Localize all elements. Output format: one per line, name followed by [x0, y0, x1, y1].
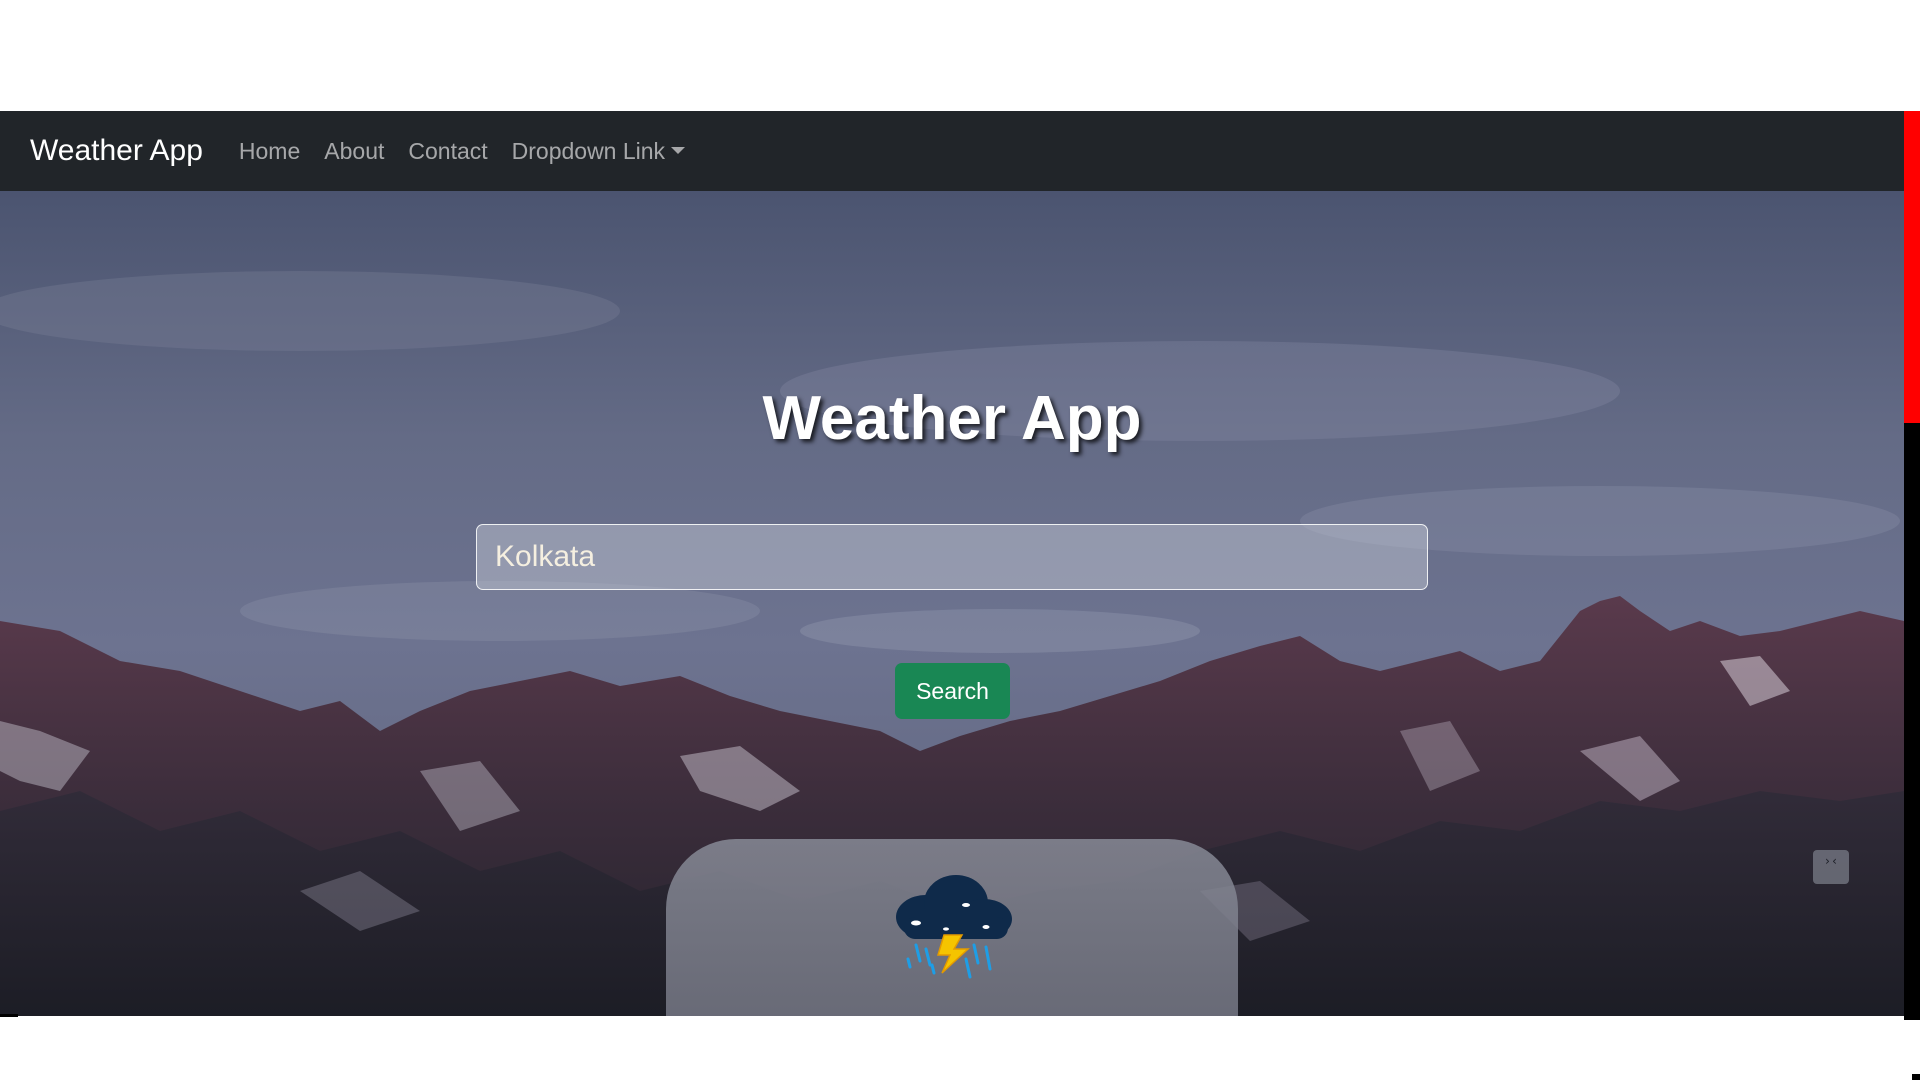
thunderstorm-icon — [896, 875, 1012, 979]
page-title: Weather App — [762, 383, 1142, 453]
app-viewport: Weather App Home About Contact Dropdown … — [0, 111, 1904, 1016]
scrollbar-thumb[interactable] — [1904, 111, 1920, 423]
hero-section: Weather App Search — [0, 191, 1904, 1016]
edge-divider — [0, 1014, 18, 1017]
search-button[interactable]: Search — [895, 663, 1010, 719]
navbar: Weather App Home About Contact Dropdown … — [0, 111, 1904, 191]
nav-dropdown-label: Dropdown Link — [511, 137, 666, 164]
navbar-brand[interactable]: Weather App — [30, 134, 203, 168]
weather-result-card — [666, 839, 1238, 1016]
nav-link-home[interactable]: Home — [239, 138, 300, 165]
caret-down-icon — [671, 147, 686, 155]
nav-dropdown-link[interactable]: Dropdown Link — [511, 137, 686, 165]
corner-marker — [1912, 1074, 1920, 1080]
city-search-input[interactable] — [476, 524, 1428, 590]
nav-link-contact[interactable]: Contact — [408, 138, 487, 165]
collapse-icon: ›‹ — [1823, 854, 1839, 868]
nav-link-about[interactable]: About — [324, 138, 384, 165]
floating-collapse-button[interactable]: ›‹ — [1813, 850, 1849, 884]
